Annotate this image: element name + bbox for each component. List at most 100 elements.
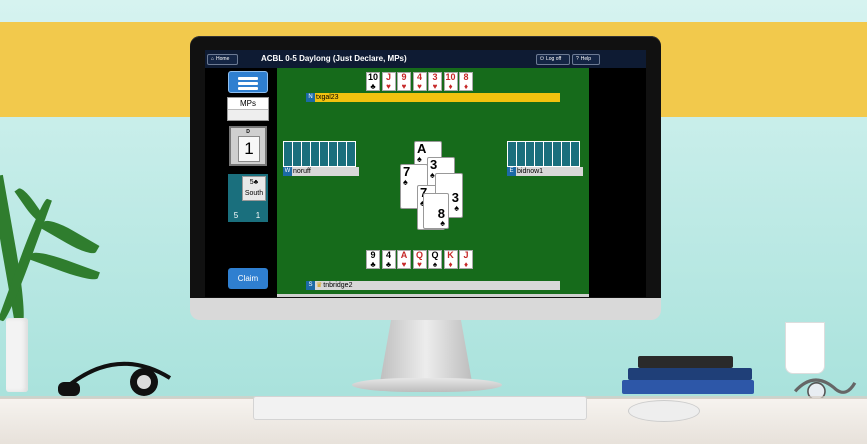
home-label: Home bbox=[216, 56, 230, 62]
scoring-indicator: MPs bbox=[227, 97, 269, 121]
west-hand-backs bbox=[283, 141, 356, 167]
north-nameplate: N txgal23 bbox=[306, 93, 560, 102]
east-hand-backs bbox=[507, 141, 580, 167]
card-suit: ♦ bbox=[463, 260, 469, 269]
question-icon: ? bbox=[576, 56, 579, 62]
power-icon: ⏻ bbox=[540, 56, 544, 62]
declarer-value: South bbox=[244, 190, 264, 197]
hamburger-icon bbox=[238, 82, 258, 85]
notebook bbox=[622, 380, 754, 394]
north-hand: 10 ♣ J ♥ 9 ♥ 4 ♥ 3 ♥ 10 ♦ 8 ♦ bbox=[366, 72, 476, 92]
board-indicator: D 1 bbox=[229, 126, 267, 166]
logoff-button[interactable]: ⏻ Log off bbox=[536, 54, 570, 65]
dealer-label: D bbox=[246, 129, 250, 135]
card-rank: Q bbox=[415, 250, 423, 260]
card-suit: ♣ bbox=[370, 260, 376, 269]
south-nameplate: S ♛ tnbridge2 bbox=[306, 281, 560, 290]
south-card[interactable]: A ♥ bbox=[397, 250, 411, 269]
scoring-label: MPs bbox=[228, 98, 268, 110]
west-direction: W bbox=[283, 167, 292, 176]
card-suit: ♥ bbox=[417, 260, 422, 269]
card-rank: A bbox=[400, 250, 408, 260]
north-card: 9 ♥ bbox=[397, 72, 411, 91]
claim-button[interactable]: Claim bbox=[228, 268, 268, 289]
desktop-scene: ⌂ Home ACBL 0-5 Daylong (Just Declare, M… bbox=[0, 0, 867, 444]
card-rank: K bbox=[447, 250, 454, 260]
north-player-name: txgal23 bbox=[316, 94, 339, 101]
west-player-name: noruff bbox=[293, 168, 311, 175]
east-player-name: bidnow1 bbox=[517, 168, 544, 175]
mouse bbox=[628, 400, 700, 422]
card-rank: 3 bbox=[432, 72, 438, 82]
card-suit: ♦ bbox=[463, 82, 469, 91]
monitor-base bbox=[352, 378, 502, 392]
south-direction: S bbox=[306, 281, 315, 290]
card-rank: 9 bbox=[370, 250, 376, 260]
right-panel bbox=[589, 68, 646, 297]
north-card: J ♥ bbox=[381, 72, 396, 91]
card-rank: 4 bbox=[416, 72, 422, 82]
logoff-label: Log off bbox=[545, 56, 562, 62]
notebook bbox=[628, 368, 752, 380]
card-suit: ♦ bbox=[448, 260, 453, 269]
monitor-chin bbox=[190, 298, 661, 320]
left-panel: MPs D 1 5♣ South 5 1 Claim bbox=[205, 68, 275, 297]
card-suit: ♥ bbox=[432, 82, 438, 91]
south-card[interactable]: Q ♥ bbox=[412, 250, 427, 269]
north-card: 3 ♥ bbox=[428, 72, 442, 91]
card-rank: 9 bbox=[401, 72, 407, 82]
card-suit: ♥ bbox=[386, 82, 391, 91]
app-title: ACBL 0-5 Daylong (Just Declare, MPs) bbox=[261, 54, 407, 63]
south-card[interactable]: 9 ♣ bbox=[366, 250, 380, 269]
contract-box: 5♣ South bbox=[242, 176, 266, 201]
south-card[interactable]: Q ♠ bbox=[428, 250, 442, 269]
south-card[interactable]: J ♦ bbox=[459, 250, 473, 269]
notebook bbox=[638, 356, 733, 368]
board-number: 1 bbox=[238, 136, 260, 162]
east-direction: E bbox=[507, 167, 516, 176]
card-rank: 8 bbox=[463, 72, 469, 82]
east-nameplate: E bidnow1 bbox=[507, 167, 583, 176]
north-direction: N bbox=[306, 93, 315, 102]
trick-card-south: 8 ♠ bbox=[423, 193, 449, 229]
crown-icon: ♛ bbox=[316, 282, 323, 289]
north-card: 4 ♥ bbox=[412, 72, 427, 91]
south-card[interactable]: 4 ♣ bbox=[381, 250, 396, 269]
north-card: 10 ♦ bbox=[443, 72, 458, 91]
help-button[interactable]: ? Help bbox=[572, 54, 600, 65]
card-rank: J bbox=[385, 72, 391, 82]
plant-pot bbox=[6, 318, 28, 392]
card-suit: ♥ bbox=[401, 260, 407, 269]
hamburger-icon bbox=[238, 87, 258, 90]
west-nameplate: W noruff bbox=[283, 167, 359, 176]
tricks-ew: 1 bbox=[255, 211, 261, 220]
south-player-name: tnbridge2 bbox=[323, 282, 353, 289]
hamburger-icon bbox=[238, 77, 258, 80]
card-table: 10 ♣ J ♥ 9 ♥ 4 ♥ 3 ♥ 10 ♦ 8 ♦ N txgal23 W noruff E bi… bbox=[277, 68, 589, 294]
home-icon: ⌂ bbox=[211, 56, 215, 62]
app-topbar: ⌂ Home ACBL 0-5 Daylong (Just Declare, M… bbox=[205, 50, 646, 68]
menu-button[interactable] bbox=[228, 71, 268, 93]
home-button[interactable]: ⌂ Home bbox=[207, 54, 238, 65]
south-hand[interactable]: 9 ♣ 4 ♣ A ♥ Q ♥ Q ♠ K ♦ J ♦ bbox=[366, 250, 476, 270]
table-footer bbox=[277, 294, 589, 297]
headphones-icon bbox=[58, 361, 172, 396]
monitor-stand bbox=[380, 320, 472, 382]
north-card: 10 ♣ bbox=[366, 72, 380, 91]
card-rank: 4 bbox=[385, 250, 391, 260]
south-card[interactable]: K ♦ bbox=[443, 250, 458, 269]
card-suit: ♥ bbox=[401, 82, 407, 91]
card-rank: J bbox=[463, 250, 469, 260]
north-card: 8 ♦ bbox=[459, 72, 473, 91]
card-suit: ♥ bbox=[417, 82, 422, 91]
card-suit: ♦ bbox=[448, 82, 453, 91]
card-rank: 10 bbox=[367, 72, 378, 82]
monitor-screen: ⌂ Home ACBL 0-5 Daylong (Just Declare, M… bbox=[205, 50, 646, 297]
card-rank: Q bbox=[431, 250, 439, 260]
keyboard bbox=[253, 396, 587, 420]
tricks-ns: 5 bbox=[233, 211, 239, 220]
coffee-mug bbox=[785, 322, 825, 374]
contract-value: 5♣ bbox=[249, 179, 259, 186]
card-suit: ♠ bbox=[432, 260, 438, 269]
card-suit: ♣ bbox=[370, 82, 376, 91]
